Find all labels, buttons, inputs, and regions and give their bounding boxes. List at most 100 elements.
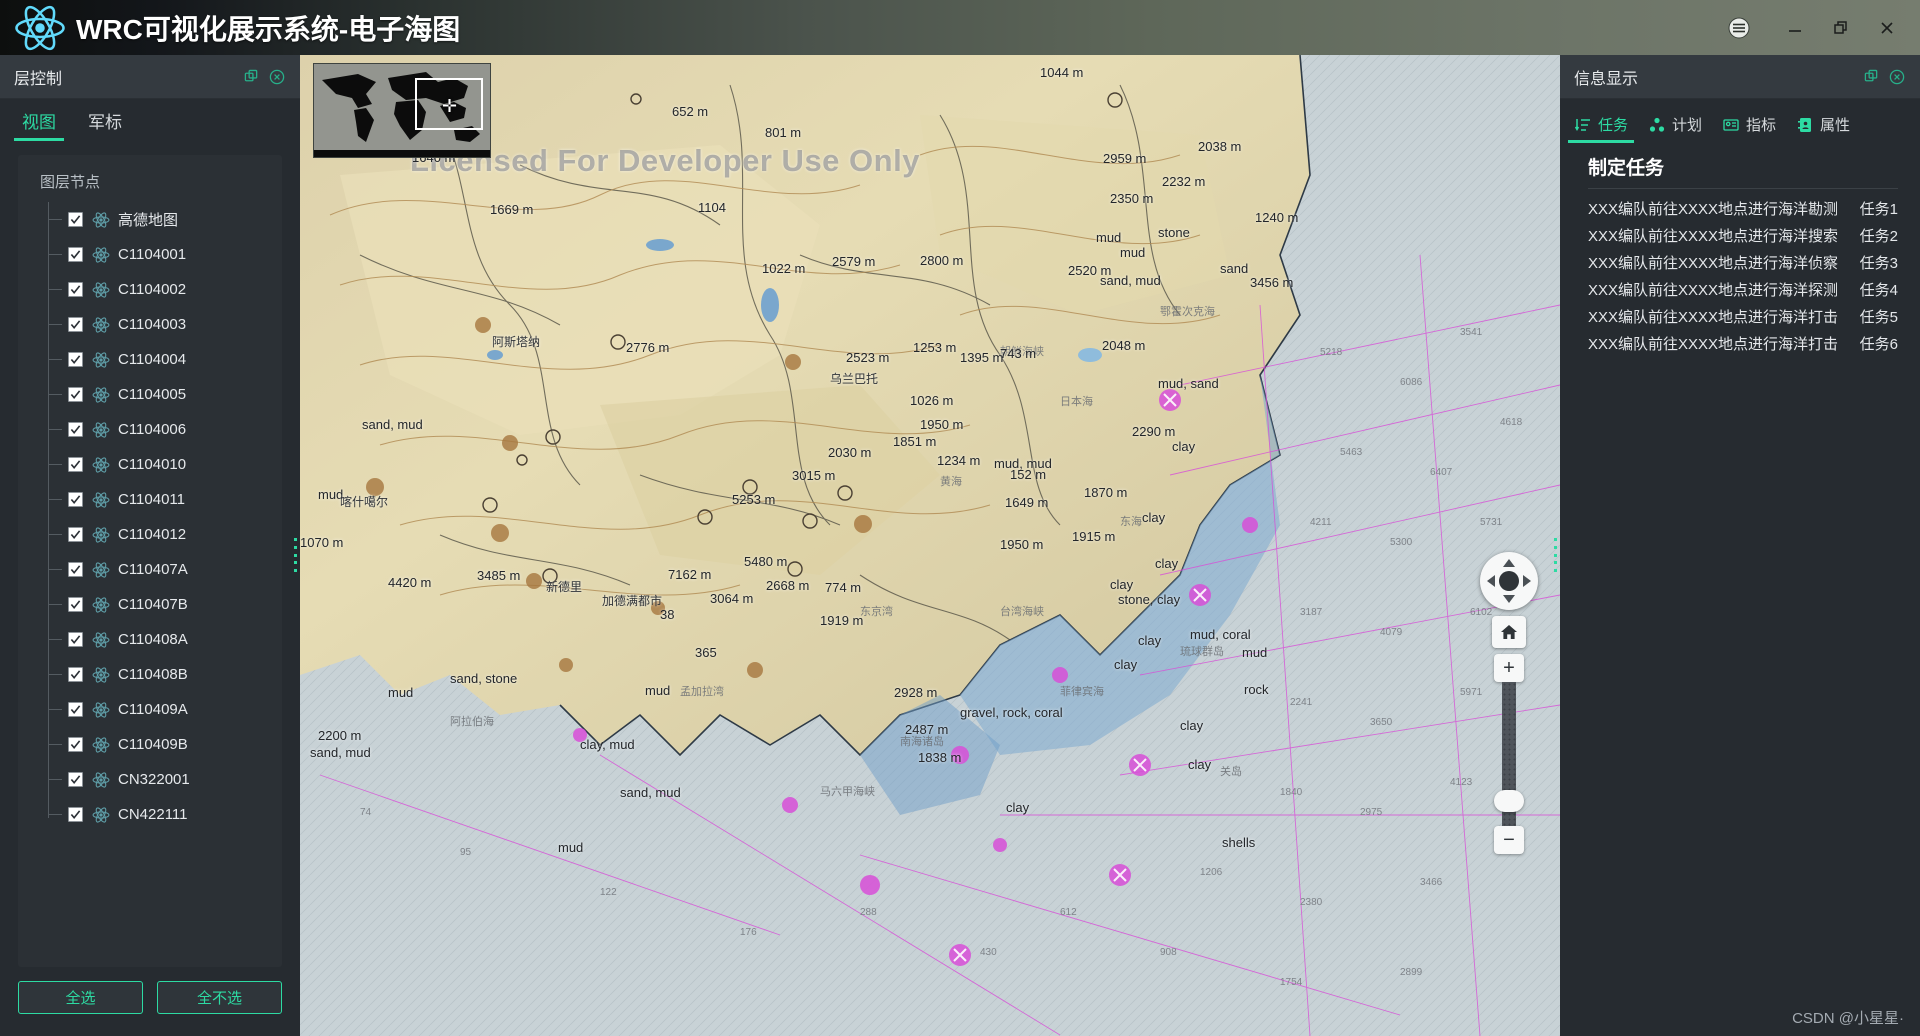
task-row[interactable]: XXX编队前往XXXX地点进行海洋打击 任务5 <box>1560 303 1920 330</box>
layer-checkbox[interactable] <box>68 492 83 507</box>
pan-left-arrow-icon[interactable] <box>1487 575 1495 587</box>
pan-right-arrow-icon[interactable] <box>1523 575 1531 587</box>
layer-checkbox[interactable] <box>68 807 83 822</box>
layer-checkbox[interactable] <box>68 457 83 472</box>
svg-text:2241: 2241 <box>1290 697 1313 708</box>
layer-node[interactable]: C1104005 <box>48 377 282 412</box>
pan-down-arrow-icon[interactable] <box>1503 595 1515 603</box>
layer-checkbox[interactable] <box>68 212 83 227</box>
layer-checkbox[interactable] <box>68 282 83 297</box>
layer-node[interactable]: C110409B <box>48 727 282 762</box>
layer-node[interactable]: C1104006 <box>48 412 282 447</box>
minimize-button[interactable] <box>1772 8 1818 48</box>
layer-node[interactable]: CN322001 <box>48 762 282 797</box>
react-atom-icon <box>92 421 110 439</box>
pan-center[interactable] <box>1499 571 1519 591</box>
layer-node[interactable]: C110407B <box>48 587 282 622</box>
zoom-out-button[interactable]: − <box>1494 826 1524 854</box>
layer-checkbox[interactable] <box>68 387 83 402</box>
layer-node-label: C110409B <box>118 736 188 753</box>
info-display-panel: 信息显示 任务 计划 指标 属性 制定任务 XXX编队前往XXXX地点进行海洋勘… <box>1560 55 1920 1036</box>
svg-text:黄海: 黄海 <box>940 474 962 488</box>
react-atom-icon <box>92 351 110 369</box>
layer-node-label: C110407B <box>118 596 188 613</box>
tab-plan[interactable]: 计划 <box>1638 114 1712 143</box>
tab-task[interactable]: 任务 <box>1564 114 1638 143</box>
layer-node-label: C1104010 <box>118 456 187 473</box>
layer-node[interactable]: C110408B <box>48 657 282 692</box>
task-row[interactable]: XXX编队前往XXXX地点进行海洋勘测 任务1 <box>1560 195 1920 222</box>
tab-indicator[interactable]: 指标 <box>1712 114 1786 143</box>
layer-checkbox[interactable] <box>68 527 83 542</box>
close-button[interactable] <box>1864 8 1910 48</box>
maximize-restore-button[interactable] <box>1818 8 1864 48</box>
title-bar: WRC可视化展示系统-电子海图 <box>0 0 1920 55</box>
layer-node-label: C110409A <box>118 701 188 718</box>
layer-checkbox[interactable] <box>68 562 83 577</box>
react-atom-icon <box>92 701 110 719</box>
layer-node[interactable]: C1104003 <box>48 307 282 342</box>
task-list: XXX编队前往XXXX地点进行海洋勘测 任务1 XXX编队前往XXXX地点进行海洋搜… <box>1560 195 1920 357</box>
right-splitter-handle[interactable] <box>1551 535 1560 575</box>
map-viewport[interactable]: 5218 6086 3541 5463 6407 4618 4211 5300 5731… <box>300 55 1560 1036</box>
select-all-button[interactable]: 全选 <box>18 981 143 1014</box>
layer-node-label: C110408B <box>118 666 188 683</box>
layer-checkbox[interactable] <box>68 772 83 787</box>
id-card-icon <box>1722 116 1740 134</box>
layer-node-label: C1104005 <box>118 386 187 403</box>
home-icon[interactable] <box>1492 616 1526 648</box>
layer-node[interactable]: C1104010 <box>48 447 282 482</box>
layer-checkbox[interactable] <box>68 247 83 262</box>
popout-window-icon[interactable] <box>1858 64 1884 90</box>
layer-node[interactable]: C1104004 <box>48 342 282 377</box>
layer-checkbox[interactable] <box>68 597 83 612</box>
zoom-slider-knob[interactable] <box>1494 790 1524 812</box>
close-circle-icon[interactable] <box>1884 64 1910 90</box>
tab-view[interactable]: 视图 <box>6 108 72 141</box>
close-circle-icon[interactable] <box>264 64 290 90</box>
layer-node[interactable]: CN422111 <box>48 797 282 832</box>
svg-text:612: 612 <box>1060 907 1077 918</box>
layer-node[interactable]: C110407A <box>48 552 282 587</box>
layer-node[interactable]: C1104002 <box>48 272 282 307</box>
layer-checkbox[interactable] <box>68 702 83 717</box>
layer-node[interactable]: C1104011 <box>48 482 282 517</box>
task-row[interactable]: XXX编队前往XXXX地点进行海洋探测 任务4 <box>1560 276 1920 303</box>
layer-checkbox[interactable] <box>68 632 83 647</box>
layer-node-label: 高德地图 <box>118 212 179 229</box>
task-row[interactable]: XXX编队前往XXXX地点进行海洋侦察 任务3 <box>1560 249 1920 276</box>
task-id: 任务5 <box>1859 309 1898 326</box>
layer-node[interactable]: C110408A <box>48 622 282 657</box>
pan-compass-control[interactable] <box>1480 552 1538 610</box>
layer-checkbox[interactable] <box>68 737 83 752</box>
svg-text:台湾海峡: 台湾海峡 <box>1000 604 1044 618</box>
pan-up-arrow-icon[interactable] <box>1503 559 1515 567</box>
layer-node-label: CN422111 <box>118 806 188 823</box>
layer-node[interactable]: C110409A <box>48 692 282 727</box>
svg-text:阿拉伯海: 阿拉伯海 <box>450 714 494 728</box>
task-row[interactable]: XXX编队前往XXXX地点进行海洋搜索 任务2 <box>1560 222 1920 249</box>
react-atom-icon <box>92 596 110 614</box>
layer-node[interactable]: C1104001 <box>48 237 282 272</box>
zoom-slider-track[interactable] <box>1494 682 1524 826</box>
left-splitter-handle[interactable] <box>291 535 300 575</box>
svg-text:马六甲海峡: 马六甲海峡 <box>820 784 875 798</box>
layer-node[interactable]: C1104012 <box>48 517 282 552</box>
layer-checkbox[interactable] <box>68 422 83 437</box>
layer-panel-tabs: 视图 军标 <box>0 99 300 141</box>
svg-text:2975: 2975 <box>1360 807 1383 818</box>
popout-window-icon[interactable] <box>238 64 264 90</box>
hamburger-menu-icon[interactable] <box>1722 11 1756 45</box>
zoom-in-button[interactable]: + <box>1494 654 1524 682</box>
world-overview-minimap[interactable]: ✛ <box>313 63 491 158</box>
layer-checkbox[interactable] <box>68 352 83 367</box>
layer-checkbox[interactable] <box>68 317 83 332</box>
layer-node[interactable]: 高德地图 <box>48 202 282 237</box>
layer-checkbox[interactable] <box>68 667 83 682</box>
task-id: 任务6 <box>1859 336 1898 353</box>
tab-attribute[interactable]: 属性 <box>1786 114 1860 143</box>
select-none-button[interactable]: 全不选 <box>157 981 282 1014</box>
svg-text:3650: 3650 <box>1370 717 1393 728</box>
task-row[interactable]: XXX编队前往XXXX地点进行海洋打击 任务6 <box>1560 330 1920 357</box>
tab-military-symbol[interactable]: 军标 <box>72 108 138 141</box>
